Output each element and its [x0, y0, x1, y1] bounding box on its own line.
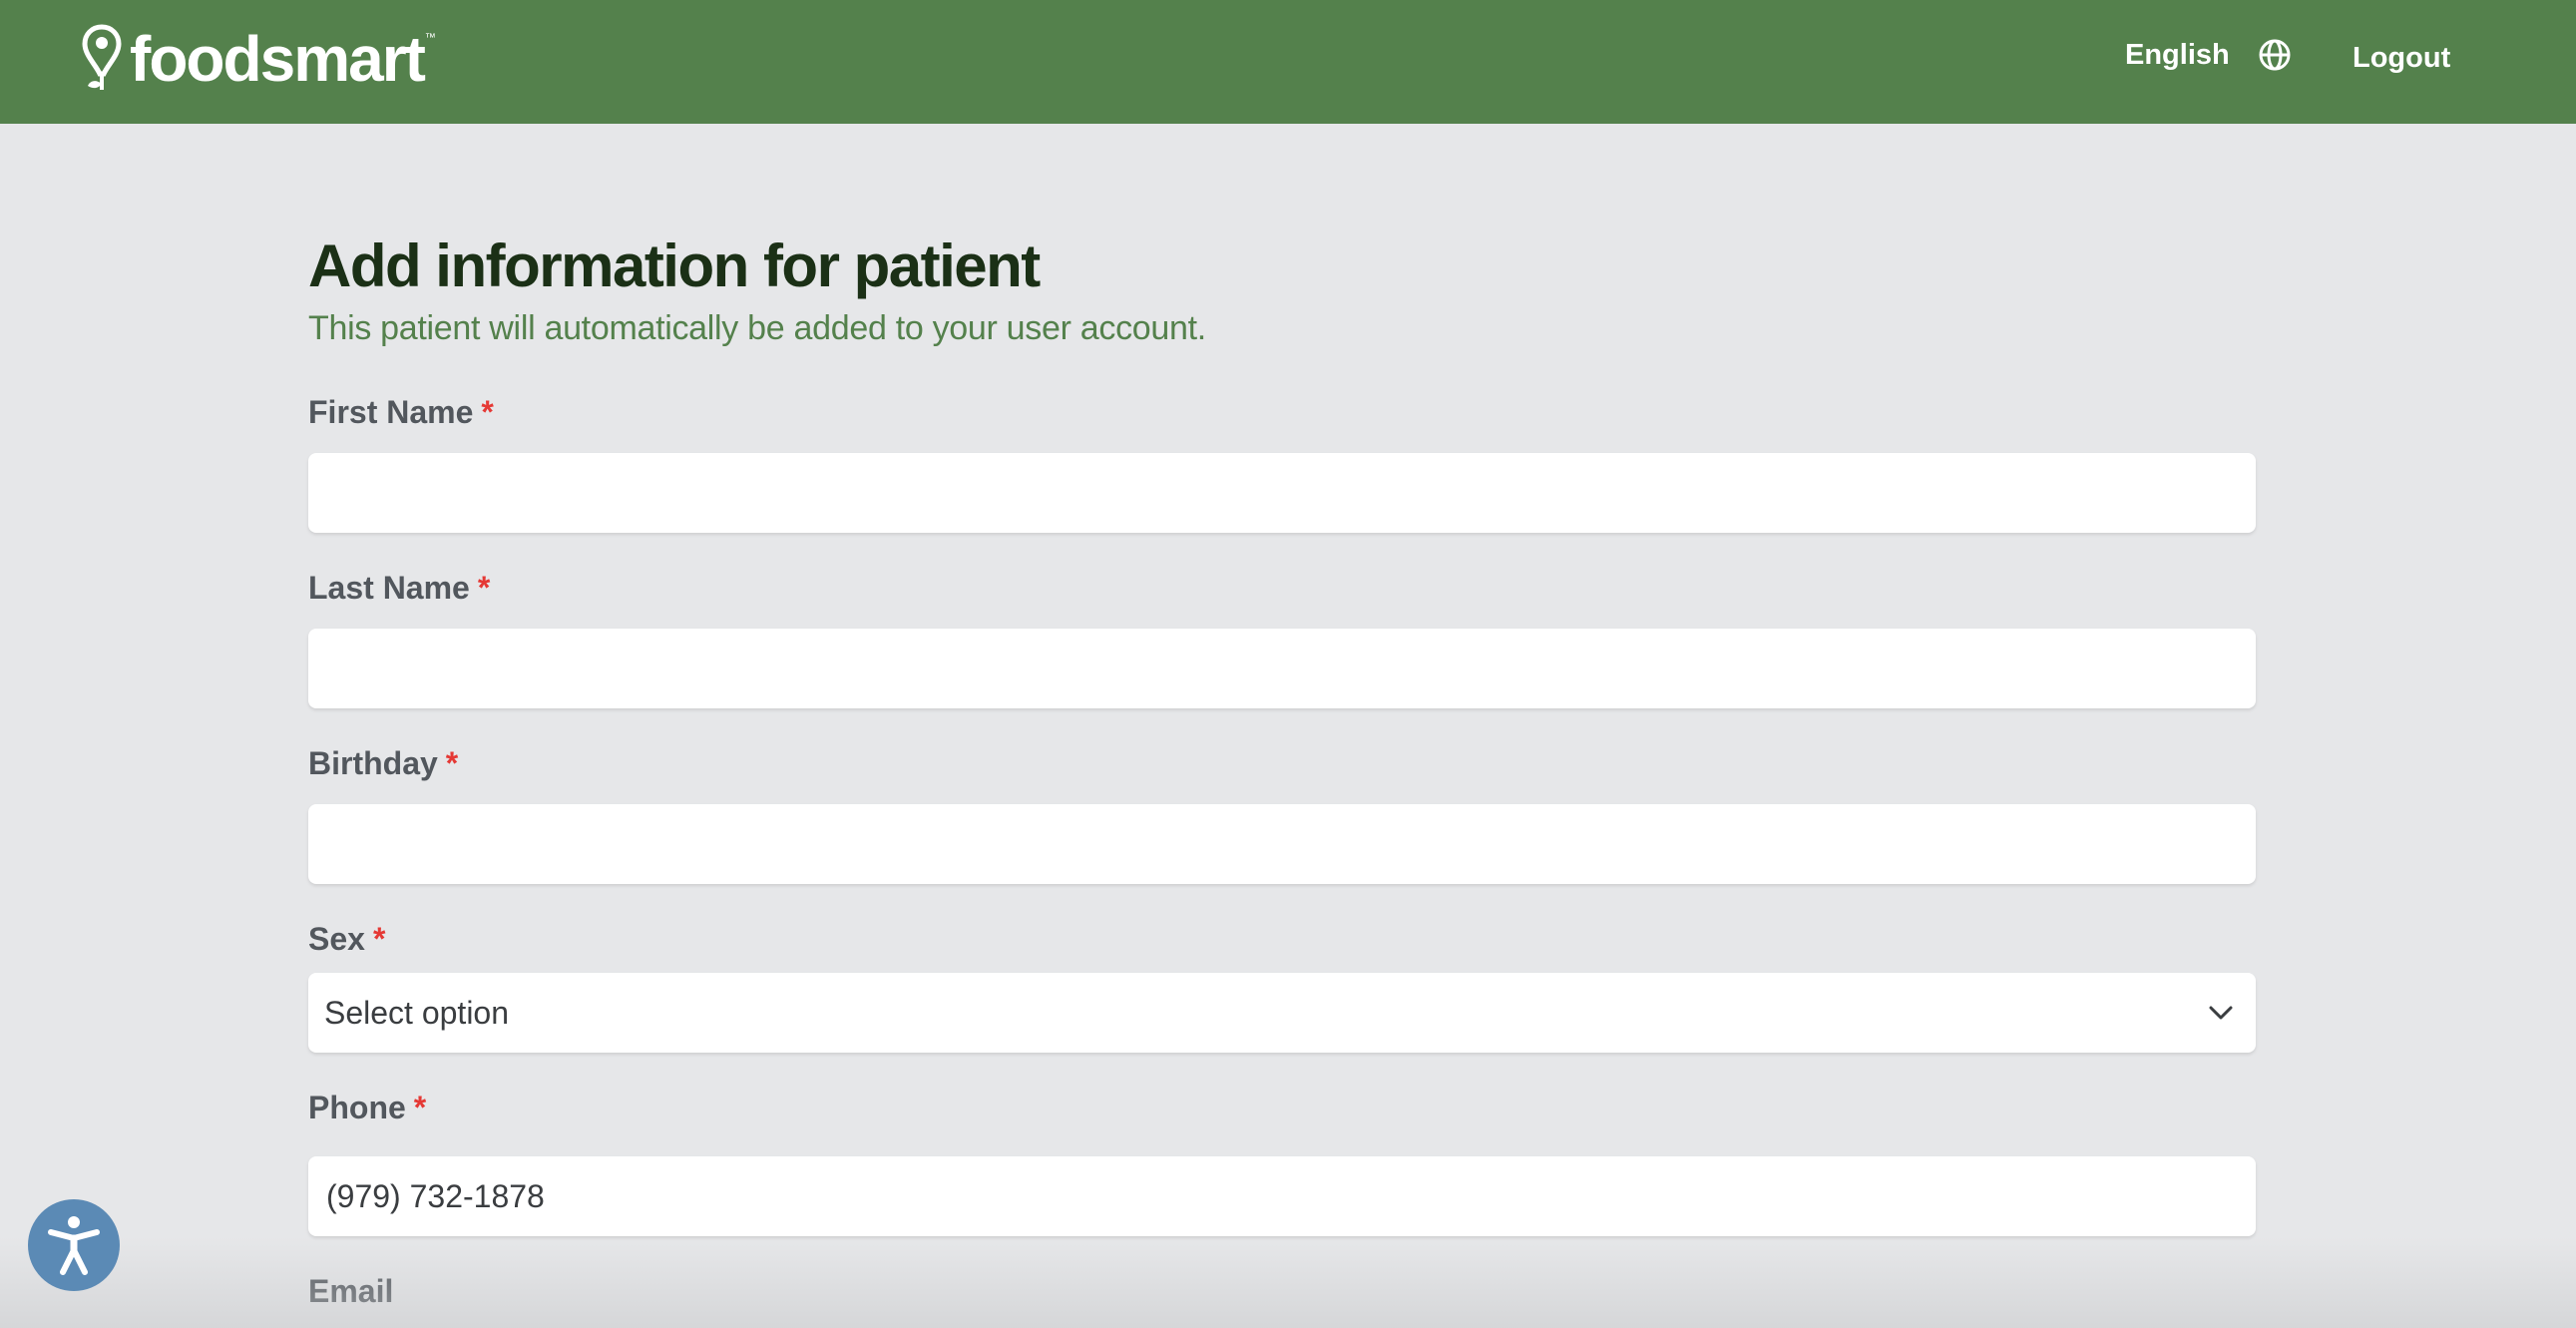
accessibility-button[interactable]	[28, 1199, 120, 1291]
page-title: Add information for patient	[308, 232, 1041, 299]
birthday-label-text: Birthday	[308, 745, 438, 781]
page-subtitle: This patient will automatically be added…	[308, 309, 1206, 347]
sex-select-value: Select option	[324, 994, 510, 1031]
last-name-label: Last Name *	[308, 570, 490, 607]
sex-label: Sex *	[308, 921, 385, 958]
phone-field[interactable]	[308, 1156, 2256, 1236]
language-label: English	[2125, 38, 2230, 71]
accessibility-person-icon	[48, 1216, 100, 1275]
globe-icon	[2259, 39, 2291, 71]
logo-text: foodsmart	[130, 23, 426, 95]
email-label-text: Email	[308, 1273, 394, 1309]
phone-label-text: Phone	[308, 1090, 406, 1125]
first-name-label: First Name *	[308, 394, 494, 431]
birthday-field[interactable]	[308, 804, 2256, 884]
top-header: foodsmart ™ English Logout	[0, 0, 2576, 124]
sex-label-text: Sex	[308, 921, 365, 957]
language-selector[interactable]: English	[2125, 38, 2292, 72]
required-marker: *	[481, 394, 494, 430]
phone-label: Phone *	[308, 1090, 426, 1126]
phone-input[interactable]	[324, 1176, 2240, 1216]
required-marker: *	[477, 570, 491, 606]
last-name-label-text: Last Name	[308, 570, 470, 606]
required-marker: *	[413, 1090, 427, 1125]
last-name-input[interactable]	[324, 649, 2240, 688]
birthday-label: Birthday *	[308, 745, 458, 782]
last-name-field[interactable]	[308, 629, 2256, 708]
location-pin-leaf-icon	[82, 24, 122, 90]
first-name-field[interactable]	[308, 453, 2256, 533]
foodsmart-logo[interactable]: foodsmart ™	[82, 24, 436, 94]
logout-button[interactable]: Logout	[2353, 42, 2450, 75]
email-label: Email	[308, 1273, 393, 1310]
required-marker: *	[372, 921, 386, 957]
chevron-down-icon	[2209, 1006, 2233, 1020]
required-marker: *	[445, 745, 459, 781]
first-name-label-text: First Name	[308, 394, 474, 430]
birthday-input[interactable]	[324, 824, 2240, 864]
logo-trademark: ™	[424, 32, 436, 44]
first-name-input[interactable]	[324, 473, 2240, 513]
sex-select[interactable]: Select option	[308, 973, 2256, 1053]
